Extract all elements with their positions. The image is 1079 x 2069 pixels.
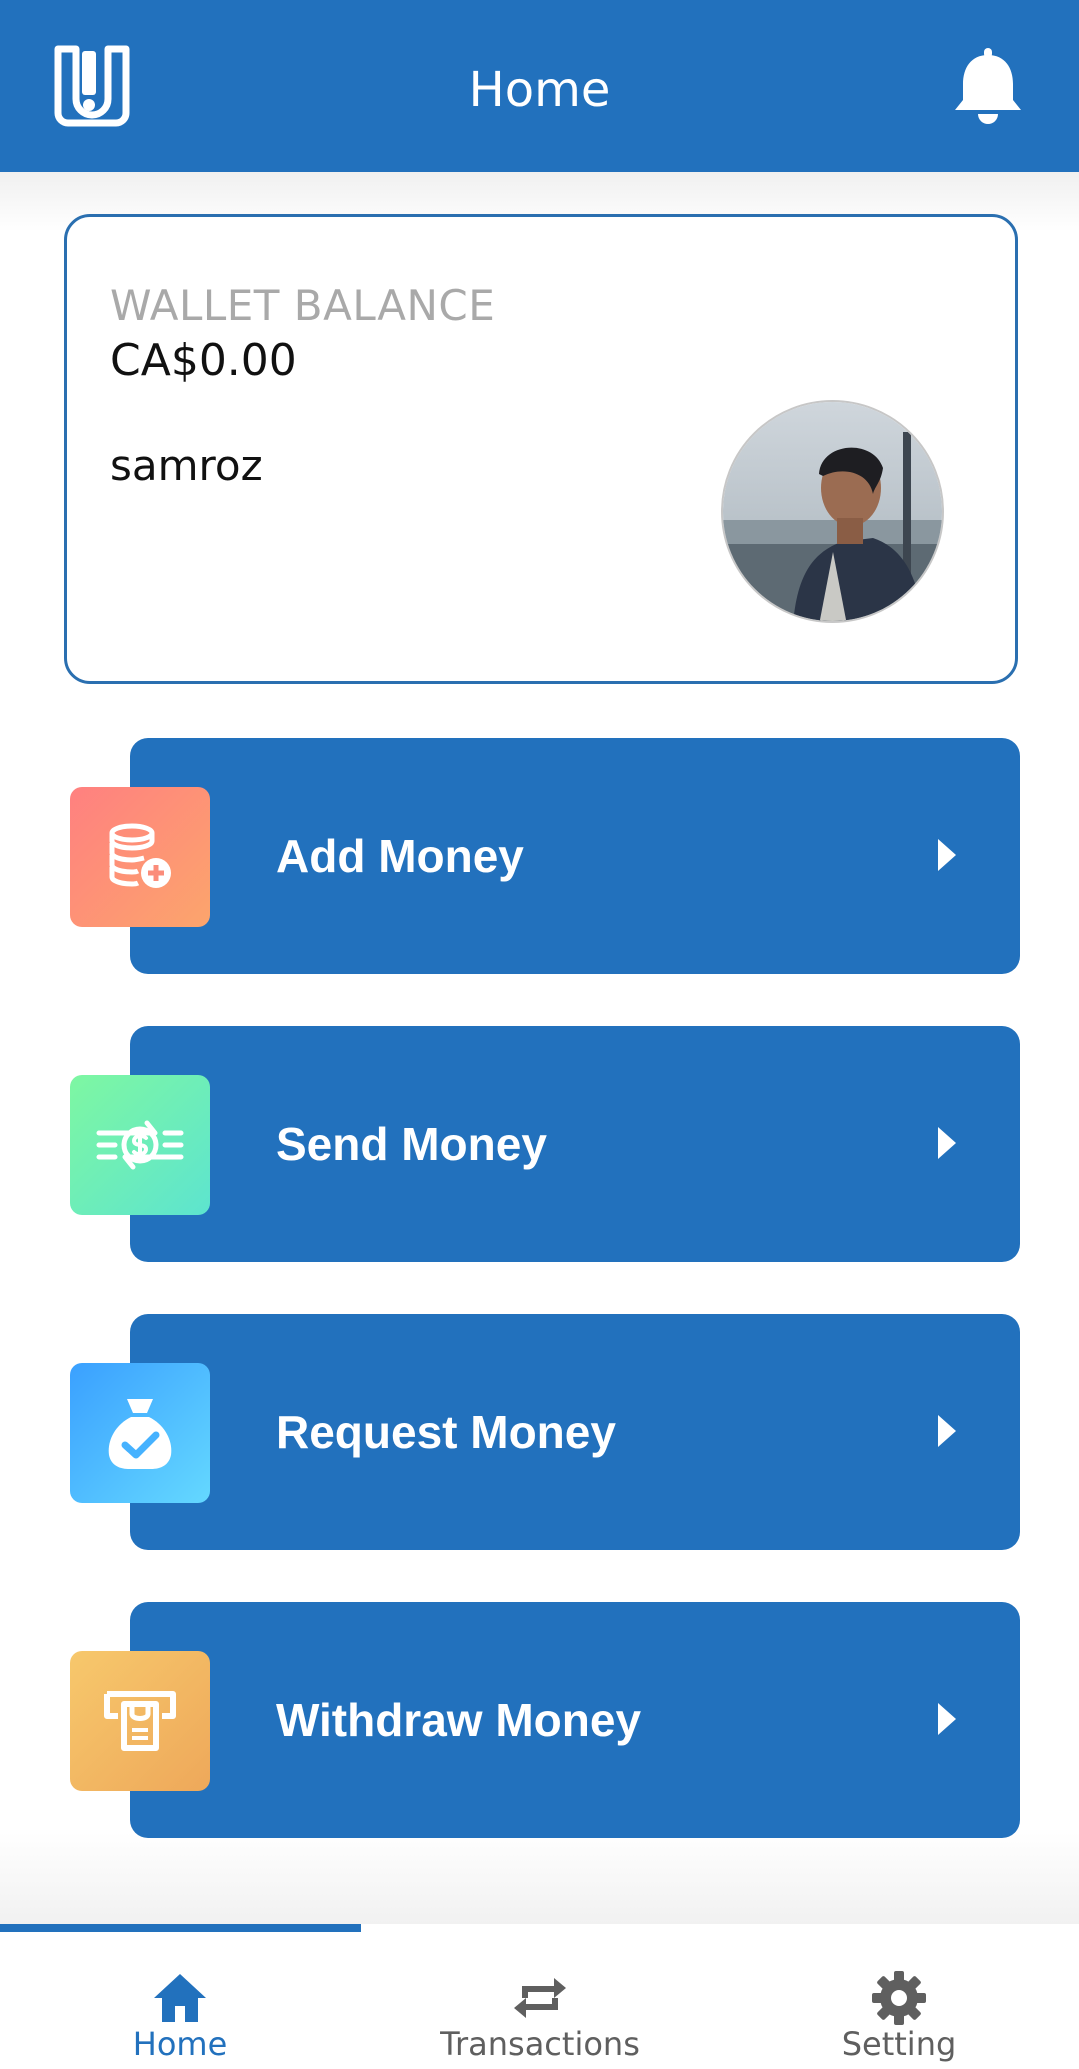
chevron-right-icon — [938, 839, 956, 871]
notification-bell-icon[interactable] — [953, 48, 1023, 126]
profile-photo — [723, 402, 942, 621]
request-money-button[interactable]: Request Money — [70, 1314, 1020, 1550]
add-money-button[interactable]: Add Money — [70, 738, 1020, 974]
send-money-button[interactable]: Send Money — [70, 1026, 1020, 1262]
action-label: Send Money — [276, 1118, 547, 1170]
money-bag-check-icon — [70, 1363, 210, 1503]
username: samroz — [110, 441, 263, 490]
nav-tab-transactions[interactable]: Transactions — [360, 1932, 720, 2069]
action-label: Request Money — [276, 1406, 616, 1458]
send-money-icon — [70, 1075, 210, 1215]
app-bar: Home — [0, 0, 1079, 172]
nav-label: Setting — [841, 2025, 957, 2063]
bottom-navigation: Home Transactions Setting — [0, 1924, 1079, 2069]
chevron-right-icon — [938, 1127, 956, 1159]
wallet-balance-amount: CA$0.00 — [110, 335, 297, 386]
nav-label: Home — [132, 2025, 228, 2063]
add-coins-icon — [70, 787, 210, 927]
page-title: Home — [468, 62, 611, 118]
chevron-right-icon — [938, 1703, 956, 1735]
atm-withdraw-icon — [70, 1651, 210, 1791]
home-icon — [154, 1974, 206, 2022]
wallet-balance-label: WALLET BALANCE — [110, 281, 496, 330]
gear-icon — [872, 1971, 926, 2025]
nav-tab-setting[interactable]: Setting — [719, 1932, 1079, 2069]
avatar[interactable] — [721, 400, 944, 623]
nav-label: Transactions — [440, 2025, 640, 2063]
action-label: Withdraw Money — [276, 1694, 642, 1746]
active-tab-indicator — [0, 1924, 361, 1932]
swap-arrows-icon — [514, 1978, 566, 2018]
chevron-right-icon — [938, 1415, 956, 1447]
nav-tab-home[interactable]: Home — [0, 1932, 360, 2069]
action-panel — [130, 738, 1020, 974]
withdraw-money-button[interactable]: Withdraw Money — [70, 1602, 1020, 1838]
action-panel — [130, 1026, 1020, 1262]
action-label: Add Money — [276, 830, 524, 882]
wallet-card: WALLET BALANCE CA$0.00 samroz — [64, 214, 1018, 684]
